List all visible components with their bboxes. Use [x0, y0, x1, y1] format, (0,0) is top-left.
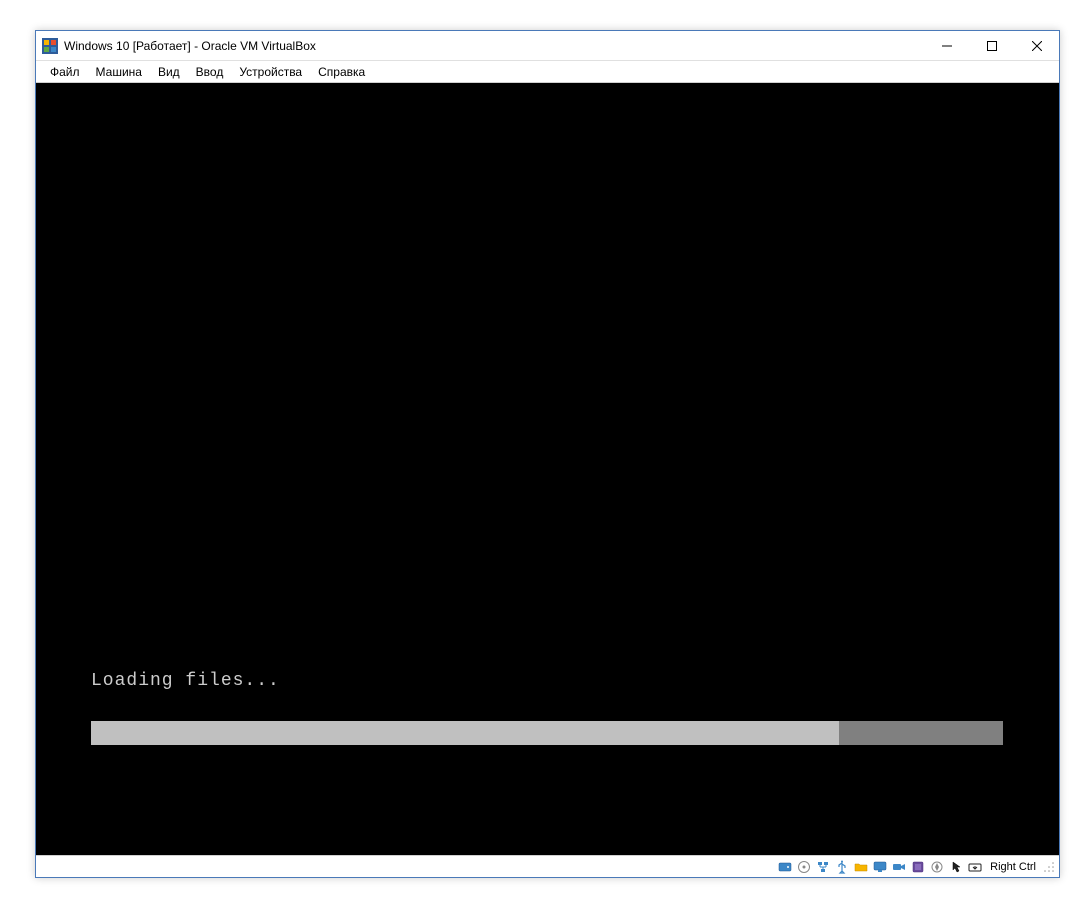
menu-machine[interactable]: Машина — [88, 63, 150, 81]
host-key-label: Right Ctrl — [990, 861, 1036, 873]
resize-grip-icon[interactable] — [1043, 861, 1055, 873]
menu-input[interactable]: Ввод — [188, 63, 232, 81]
optical-drive-icon[interactable] — [796, 859, 812, 875]
menu-view[interactable]: Вид — [150, 63, 188, 81]
titlebar[interactable]: Windows 10 [Работает] - Oracle VM Virtua… — [36, 31, 1059, 61]
menu-devices[interactable]: Устройства — [231, 63, 310, 81]
progress-fill — [91, 721, 839, 745]
window-controls — [924, 31, 1059, 60]
shared-folders-icon[interactable] — [853, 859, 869, 875]
menubar: Файл Машина Вид Ввод Устройства Справка — [36, 61, 1059, 83]
mouse-capture-icon[interactable] — [948, 859, 964, 875]
progress-bar — [91, 721, 1003, 745]
statusbar: Right Ctrl — [36, 855, 1059, 877]
usb-icon[interactable] — [834, 859, 850, 875]
loading-text: Loading files... — [91, 671, 280, 691]
minimize-button[interactable] — [924, 31, 969, 60]
menu-file[interactable]: Файл — [42, 63, 88, 81]
maximize-button[interactable] — [969, 31, 1014, 60]
audio-icon[interactable] — [910, 859, 926, 875]
window-title: Windows 10 [Работает] - Oracle VM Virtua… — [64, 39, 316, 53]
hard-disk-icon[interactable] — [777, 859, 793, 875]
close-button[interactable] — [1014, 31, 1059, 60]
virtualbox-window: Windows 10 [Работает] - Oracle VM Virtua… — [35, 30, 1060, 878]
vm-display[interactable]: Loading files... — [36, 83, 1059, 855]
menu-help[interactable]: Справка — [310, 63, 373, 81]
display-icon[interactable] — [872, 859, 888, 875]
processor-icon[interactable] — [929, 859, 945, 875]
network-icon[interactable] — [815, 859, 831, 875]
recording-icon[interactable] — [891, 859, 907, 875]
virtualbox-app-icon — [42, 38, 58, 54]
host-key-icon[interactable] — [967, 859, 983, 875]
